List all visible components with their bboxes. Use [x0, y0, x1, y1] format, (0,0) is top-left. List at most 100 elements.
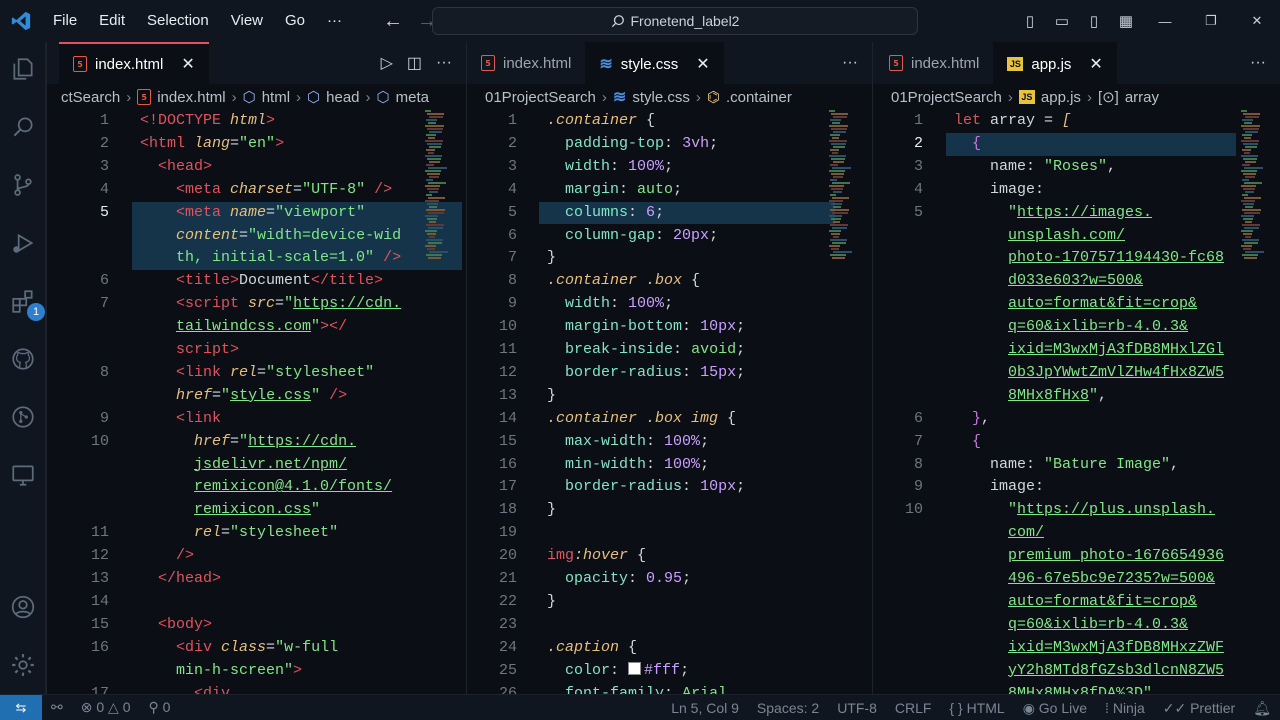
branch-icon[interactable]: ⚯ — [42, 699, 72, 716]
code-editor[interactable]: 1 2 3 4 5 6 7 8 9 10 11 12 13 14 15 16 17 <!DOCTYPE html>… — [47, 110, 466, 694]
menu-edit[interactable]: Edit — [88, 0, 136, 42]
source-control-icon[interactable] — [0, 162, 46, 208]
cursor-position[interactable]: Ln 5, Col 9 — [662, 700, 748, 716]
breadcrumb-symbol[interactable]: array — [1125, 89, 1159, 106]
git-graph-icon[interactable] — [0, 394, 46, 440]
close-window-icon[interactable]: ✕ — [1234, 13, 1280, 29]
breadcrumb-html[interactable]: html — [262, 89, 290, 106]
tab-style-css[interactable]: ≋ style.css ✕ — [585, 42, 724, 84]
ninja-indicator[interactable]: ⁞ Ninja — [1096, 700, 1154, 716]
maximize-icon[interactable]: ❐ — [1188, 13, 1234, 29]
more-actions-icon[interactable]: ··· — [1250, 54, 1266, 72]
search-view-icon[interactable] — [0, 104, 46, 150]
line-number: 15 — [90, 615, 109, 633]
menu-selection[interactable]: Selection — [136, 0, 220, 42]
code-line: th, initial-scale=1.0" /> — [176, 249, 402, 267]
line-number: 6 — [913, 409, 923, 427]
code-editor[interactable]: 1 2 3 4 5 6 7 8 9 10 11 12 13 14 15 16 17 18 19 20 21 22 23 24 2… — [467, 110, 872, 694]
command-center-search[interactable]: Fronetend_label2 — [432, 7, 918, 35]
code-line: <div class="w-full — [176, 638, 339, 656]
code-line: <div — [194, 684, 231, 695]
breadcrumb-head[interactable]: head — [326, 89, 359, 106]
close-tab-icon[interactable]: ✕ — [696, 54, 709, 74]
run-icon[interactable]: ▷ — [381, 53, 393, 73]
account-icon[interactable] — [0, 584, 46, 630]
close-tab-icon[interactable]: ✕ — [181, 54, 194, 74]
cube-icon: ⬡ — [376, 89, 390, 106]
tab-bar: 5 index.html JS app.js ✕ ··· — [873, 42, 1280, 84]
github-icon[interactable] — [0, 336, 46, 382]
breadcrumb-folder[interactable]: 01ProjectSearch — [485, 89, 596, 106]
line-number: 14 — [498, 409, 517, 427]
breadcrumb-selector[interactable]: .container — [726, 89, 792, 106]
code-line: /> — [176, 547, 195, 565]
settings-gear-icon[interactable] — [0, 642, 46, 688]
indentation[interactable]: Spaces: 2 — [748, 700, 828, 716]
menu-view[interactable]: View — [220, 0, 274, 42]
minimap[interactable] — [829, 110, 852, 259]
html-file-icon: 5 — [73, 56, 87, 72]
line-number: 18 — [498, 501, 517, 519]
line-number: 21 — [498, 570, 517, 587]
html-file-icon: 5 — [137, 89, 152, 105]
explorer-icon[interactable] — [0, 46, 46, 92]
line-number: 5 — [507, 203, 517, 221]
problems-indicator[interactable]: ⊗ 0 △ 0 — [72, 699, 140, 716]
breadcrumb-folder[interactable]: 01ProjectSearch — [891, 89, 1002, 106]
tab-app-js[interactable]: JS app.js ✕ — [993, 42, 1117, 84]
code-line: <title>Document</title> — [176, 272, 384, 290]
breadcrumb-file[interactable]: index.html — [157, 89, 225, 106]
menu-more[interactable]: ··· — [316, 0, 353, 42]
extensions-icon[interactable]: 1 — [0, 278, 46, 324]
tab-index-html[interactable]: 5 index.html — [873, 42, 993, 84]
code-line: border-radius: 15px; — [565, 363, 746, 381]
prettier-indicator[interactable]: ✓✓ Prettier — [1154, 700, 1244, 717]
cube-icon: ⬡ — [242, 89, 256, 106]
end-of-line[interactable]: CRLF — [886, 700, 941, 716]
menu-file[interactable]: File — [42, 0, 88, 42]
notifications-bell-icon[interactable]: 🔔︎ — [1244, 700, 1280, 717]
toggle-panel-icon[interactable]: ▭ — [1046, 12, 1078, 30]
variable-icon: [⊙] — [1097, 89, 1119, 106]
breadcrumb: 01ProjectSearch › ≋ style.css › ⌬ .contain… — [485, 88, 792, 107]
minimize-icon[interactable]: — — [1142, 14, 1188, 29]
code-line: width: 100%; — [565, 295, 674, 313]
breadcrumb-file[interactable]: app.js — [1041, 89, 1081, 106]
search-label: Fronetend_label2 — [630, 13, 740, 29]
toggle-sidebar-icon[interactable]: ▯ — [1014, 12, 1046, 30]
minimap[interactable] — [425, 110, 448, 259]
code-line: <!DOCTYPE html> — [140, 112, 276, 129]
go-live-button[interactable]: ◉ Go Live — [1014, 700, 1096, 717]
remote-explorer-icon[interactable] — [0, 452, 46, 498]
more-actions-icon[interactable]: ··· — [436, 54, 452, 72]
toggle-secondary-sidebar-icon[interactable]: ▯ — [1078, 12, 1110, 30]
cube-icon: ⬡ — [307, 89, 321, 106]
code-line: } — [547, 386, 557, 404]
breadcrumb-folder[interactable]: ctSearch — [61, 89, 120, 106]
split-editor-icon[interactable]: ◫ — [407, 53, 422, 73]
menu-go[interactable]: Go — [274, 0, 316, 42]
breadcrumb-file[interactable]: style.css — [632, 89, 690, 106]
minimap[interactable] — [1241, 110, 1264, 259]
customize-layout-icon[interactable]: ▦ — [1110, 12, 1142, 30]
ports-indicator[interactable]: ⚲ 0 — [140, 699, 180, 716]
tab-index-html[interactable]: 5 index.html ✕ — [59, 42, 209, 84]
back-arrow-icon[interactable]: ← — [383, 10, 403, 33]
color-swatch[interactable] — [628, 661, 642, 675]
remote-indicator-icon[interactable]: ⇆ — [0, 694, 42, 720]
language-mode[interactable]: { } HTML — [940, 700, 1013, 716]
code-editor[interactable]: 1 2 3 4 5 6 7 8 9 10 let array = [ { name: "Roses"… — [873, 110, 1280, 694]
more-actions-icon[interactable]: ··· — [842, 54, 858, 72]
tab-label: index.html — [503, 54, 572, 72]
run-debug-icon[interactable] — [0, 220, 46, 266]
encoding[interactable]: UTF-8 — [828, 700, 886, 716]
code-line: } — [547, 249, 557, 267]
close-tab-icon[interactable]: ✕ — [1089, 54, 1102, 74]
tab-bar: 5 index.html ≋ style.css ✕ ··· — [467, 42, 872, 84]
line-number: 20 — [498, 547, 517, 565]
line-number: 26 — [498, 684, 517, 695]
tab-index-html[interactable]: 5 index.html — [467, 42, 585, 84]
breadcrumb-meta[interactable]: meta — [396, 89, 429, 106]
editor-pane-app-js: 5 index.html JS app.js ✕ ··· 01ProjectSe… — [872, 42, 1280, 694]
line-number: 10 — [904, 501, 923, 519]
